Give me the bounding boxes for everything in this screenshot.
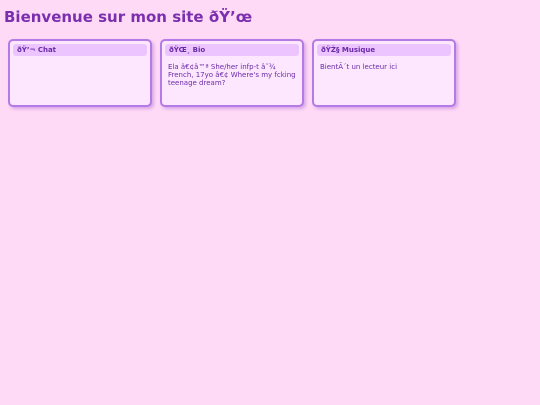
page-title: Bienvenue sur mon site ðŸ’œ [4,8,253,26]
bio-card-body: Ela â€¢â™ª She/her infp-t â˜¾ French, 17… [168,63,296,87]
music-card-title: ðŸŽ§ Musique [317,44,451,56]
music-card: ðŸŽ§ Musique BientÃ´t un lecteur ici [312,39,456,107]
bio-card: ðŸŒ¸ Bio Ela â€¢â™ª She/her infp-t â˜¾ F… [160,39,304,107]
bio-card-title: ðŸŒ¸ Bio [165,44,299,56]
music-card-body: BientÃ´t un lecteur ici [320,63,398,71]
chat-card-body [13,56,147,63]
chat-card-title: ðŸ’¬ Chat [13,44,147,56]
card-row: ðŸ’¬ Chat ðŸŒ¸ Bio Ela â€¢â™ª She/her in… [8,39,456,107]
chat-card: ðŸ’¬ Chat [8,39,152,107]
